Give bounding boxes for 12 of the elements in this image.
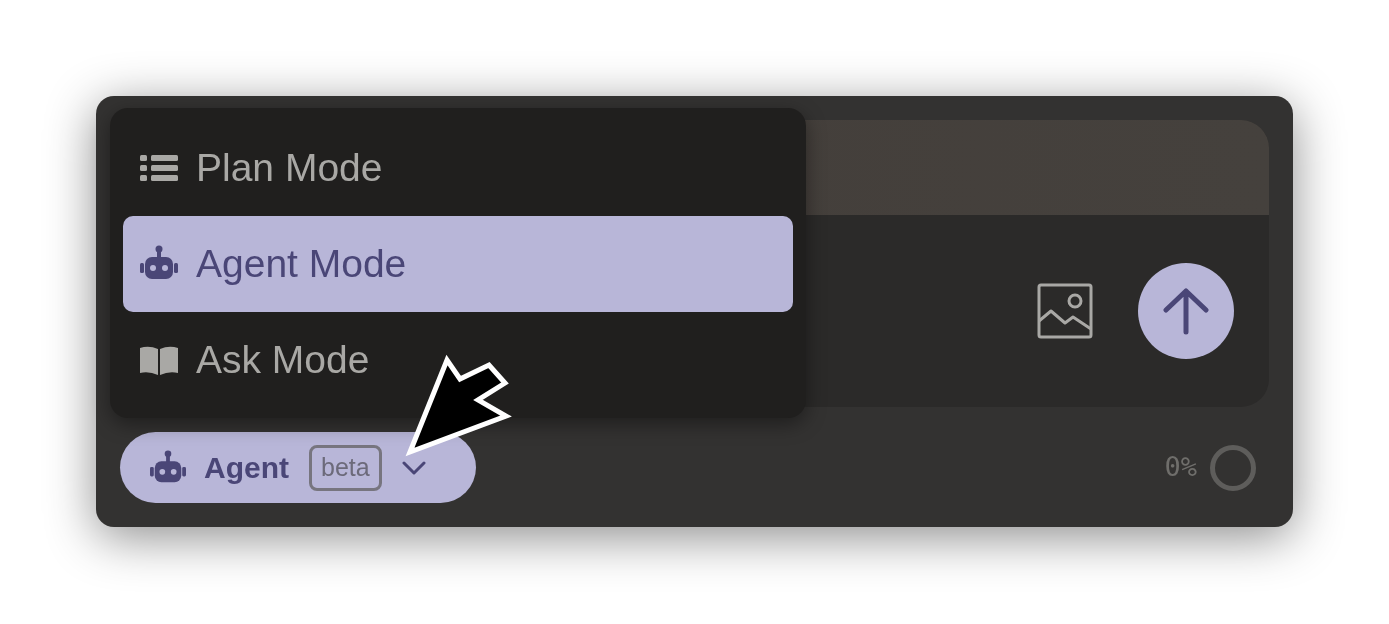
menu-item[interactable]: Plan Mode bbox=[123, 120, 793, 216]
context-ring bbox=[1209, 443, 1257, 492]
menu-item[interactable]: Agent Mode bbox=[123, 216, 793, 312]
book-icon bbox=[140, 345, 178, 375]
menu-item[interactable]: Ask Mode bbox=[123, 312, 793, 408]
mode-dropdown[interactable]: Agent beta bbox=[120, 432, 476, 503]
image-icon[interactable] bbox=[1037, 283, 1093, 339]
arrow-up-icon bbox=[1163, 287, 1209, 335]
beta-badge: beta bbox=[309, 444, 382, 491]
list-icon bbox=[140, 155, 178, 181]
context-percent: 0% bbox=[1164, 450, 1197, 485]
chevron-down-icon bbox=[401, 460, 426, 475]
